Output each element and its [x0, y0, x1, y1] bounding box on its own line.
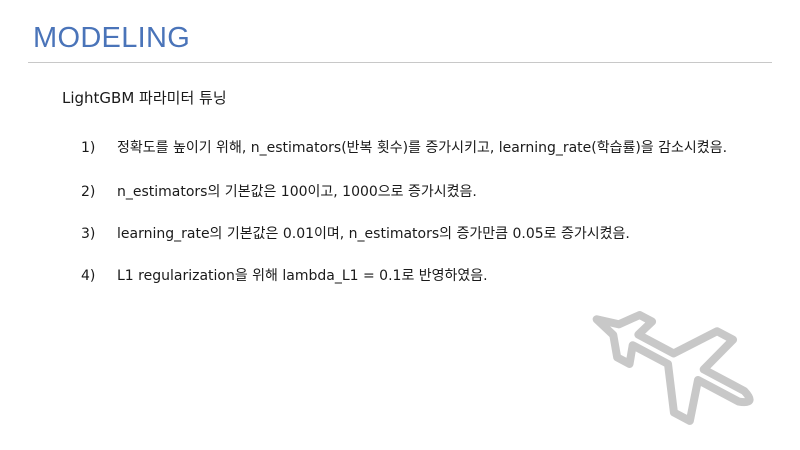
list-item-number: 4) [81, 268, 96, 284]
list-item: 3) learning_rate의 기본값은 0.01이며, n_estimat… [81, 224, 731, 244]
list-item-number: 1) [81, 140, 96, 156]
list-item-text: n_estimators의 기본값은 100이고, 1000으로 증가시켰음. [117, 184, 477, 200]
slide-title: MODELING [33, 22, 191, 54]
list-item-text: L1 regularization을 위해 lambda_L1 = 0.1로 반… [117, 268, 488, 284]
list-item: 4) L1 regularization을 위해 lambda_L1 = 0.1… [81, 266, 731, 286]
list-item-number: 3) [81, 226, 96, 242]
slide-subtitle: LightGBM 파라미터 튜닝 [62, 89, 227, 107]
list-item-number: 2) [81, 184, 96, 200]
title-divider [28, 62, 772, 63]
list-item: 1) 정확도를 높이기 위해, n_estimators(반복 횟수)를 증가시… [81, 138, 731, 158]
list-item-text: learning_rate의 기본값은 0.01이며, n_estimators… [117, 226, 630, 242]
parameter-list: 1) 정확도를 높이기 위해, n_estimators(반복 횟수)를 증가시… [81, 138, 731, 286]
list-item-text: 정확도를 높이기 위해, n_estimators(반복 횟수)를 증가시키고,… [117, 140, 728, 156]
airplane-icon [592, 310, 754, 425]
list-item: 2) n_estimators의 기본값은 100이고, 1000으로 증가시켰… [81, 182, 731, 202]
